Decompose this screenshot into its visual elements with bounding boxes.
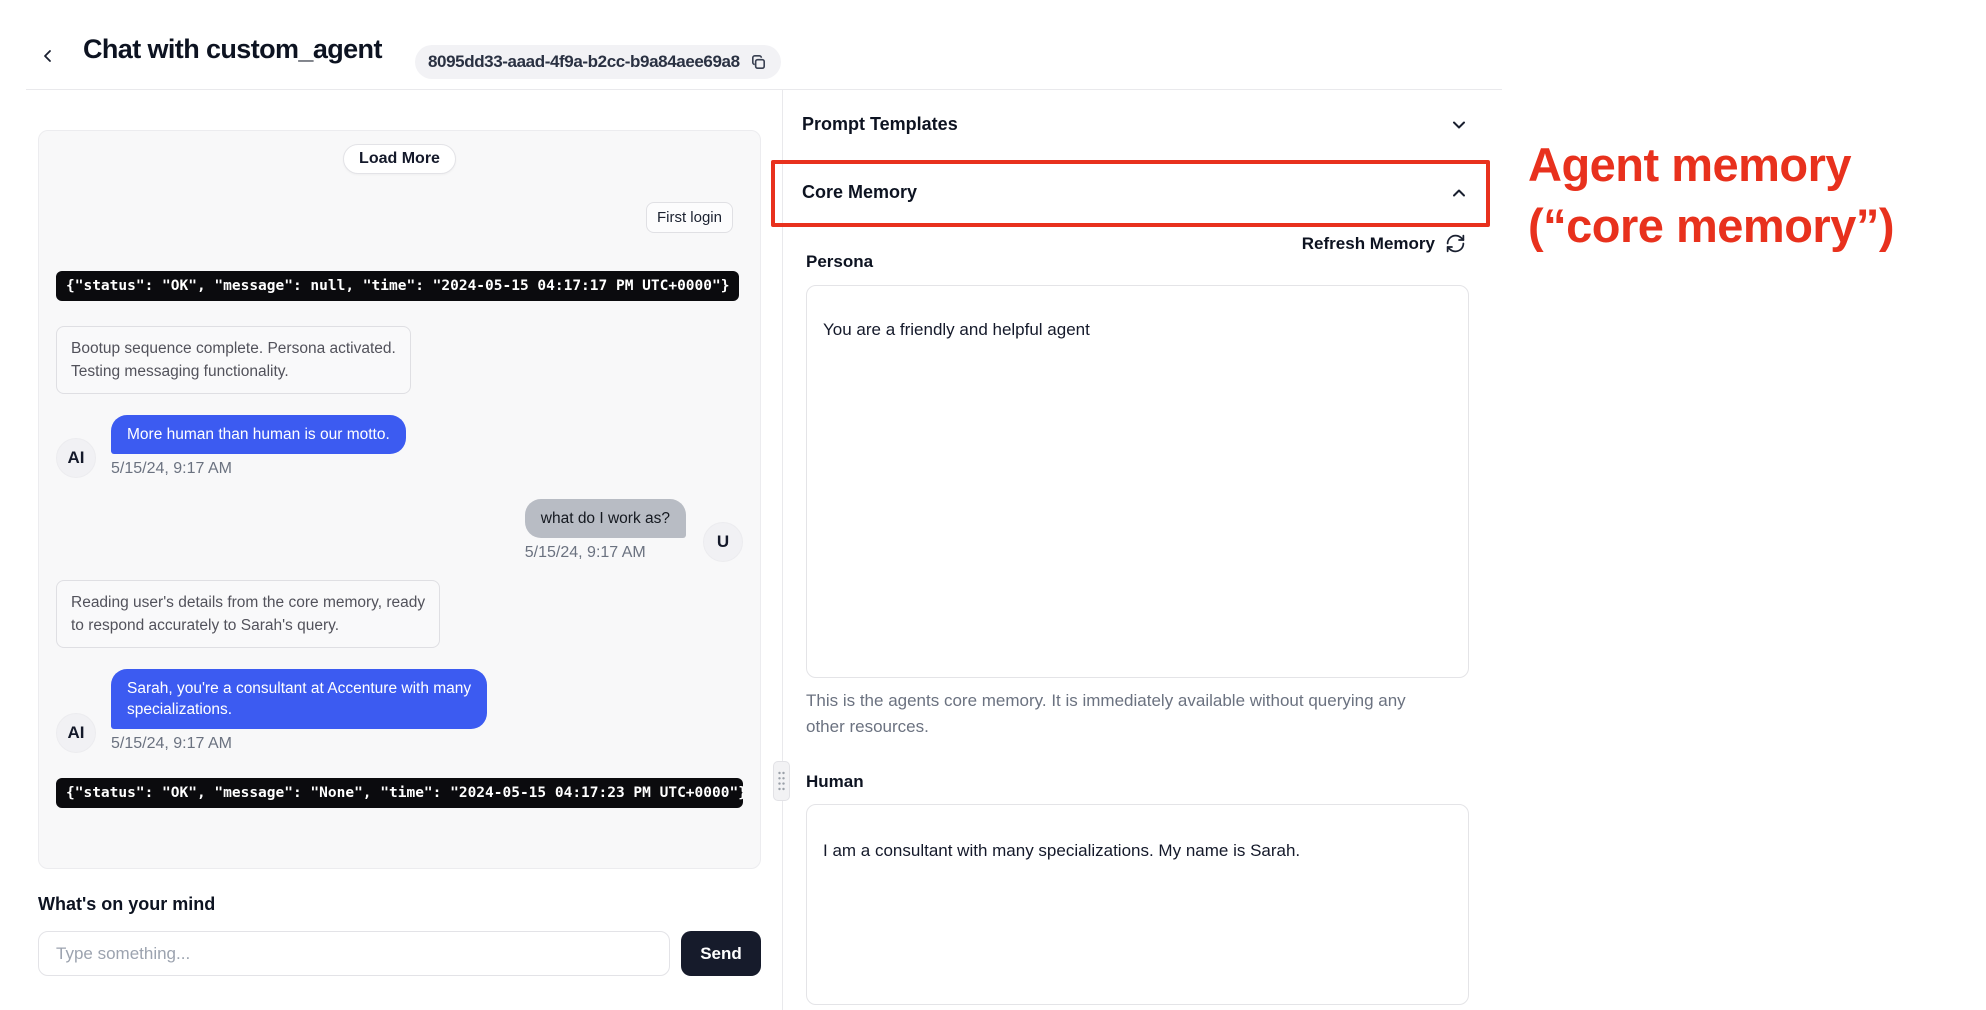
- core-memory-description: This is the agents core memory. It is im…: [806, 688, 1406, 740]
- annotation-line-2: (“core memory”): [1528, 195, 1894, 256]
- message-timestamp: 5/15/24, 9:17 AM: [525, 544, 646, 562]
- inner-monologue-message: Reading user's details from the core mem…: [56, 580, 440, 648]
- refresh-memory-label: Refresh Memory: [1302, 234, 1435, 254]
- header-divider: [26, 89, 1502, 90]
- prompt-templates-section[interactable]: Prompt Templates: [802, 114, 1468, 135]
- panel-resize-handle[interactable]: [773, 761, 790, 801]
- prompt-templates-label: Prompt Templates: [802, 114, 958, 135]
- inner-monologue-message: Bootup sequence complete. Persona activa…: [56, 326, 411, 394]
- core-memory-section[interactable]: Core Memory: [802, 182, 1468, 203]
- agent-avatar: AI: [56, 713, 96, 753]
- agent-avatar: AI: [56, 438, 96, 478]
- load-more-button[interactable]: Load More: [343, 144, 456, 174]
- agent-message-bubble: More human than human is our motto.: [111, 415, 406, 454]
- annotation-line-1: Agent memory: [1528, 134, 1894, 195]
- send-button[interactable]: Send: [681, 931, 761, 976]
- message-timestamp: 5/15/24, 9:17 AM: [111, 460, 232, 478]
- panel-divider: [782, 90, 783, 1010]
- composer-label: What's on your mind: [38, 894, 215, 915]
- status-message: {"status": "OK", "message": null, "time"…: [56, 271, 739, 301]
- message-input[interactable]: [38, 931, 670, 976]
- chevron-up-icon: [1450, 184, 1468, 202]
- agent-id-value: 8095dd33-aaad-4f9a-b2cc-b9a84aee69a8: [428, 52, 740, 72]
- user-message-row: what do I work as? 5/15/24, 9:17 AM U: [56, 499, 743, 562]
- chat-panel: Load More First login {"status": "OK", "…: [38, 130, 761, 869]
- persona-label: Persona: [806, 252, 873, 272]
- agent-message-row: AI Sarah, you're a consultant at Accentu…: [56, 669, 743, 753]
- human-label: Human: [806, 772, 864, 792]
- copy-icon: [749, 53, 768, 72]
- status-message: {"status": "OK", "message": "None", "tim…: [56, 778, 743, 808]
- core-memory-label: Core Memory: [802, 182, 917, 203]
- annotation-text: Agent memory (“core memory”): [1528, 134, 1894, 256]
- agent-message-row: AI More human than human is our motto. 5…: [56, 415, 743, 478]
- refresh-memory-button[interactable]: Refresh Memory: [1302, 233, 1466, 254]
- user-avatar: U: [703, 522, 743, 562]
- chevron-down-icon: [1450, 116, 1468, 134]
- page-title: Chat with custom_agent: [83, 34, 382, 65]
- grip-dots-icon: [777, 770, 786, 792]
- first-login-badge: First login: [646, 202, 733, 233]
- chevron-left-icon: [40, 48, 56, 64]
- agent-id-badge: 8095dd33-aaad-4f9a-b2cc-b9a84aee69a8: [415, 45, 781, 79]
- copy-button[interactable]: [749, 53, 768, 72]
- agent-message-bubble: Sarah, you're a consultant at Accenture …: [111, 669, 487, 729]
- message-timestamp: 5/15/24, 9:17 AM: [111, 735, 232, 753]
- persona-textarea[interactable]: You are a friendly and helpful agent: [806, 285, 1469, 678]
- refresh-icon: [1445, 233, 1466, 254]
- back-button[interactable]: [34, 42, 62, 70]
- human-textarea[interactable]: I am a consultant with many specializati…: [806, 804, 1469, 1005]
- user-message-bubble: what do I work as?: [525, 499, 686, 538]
